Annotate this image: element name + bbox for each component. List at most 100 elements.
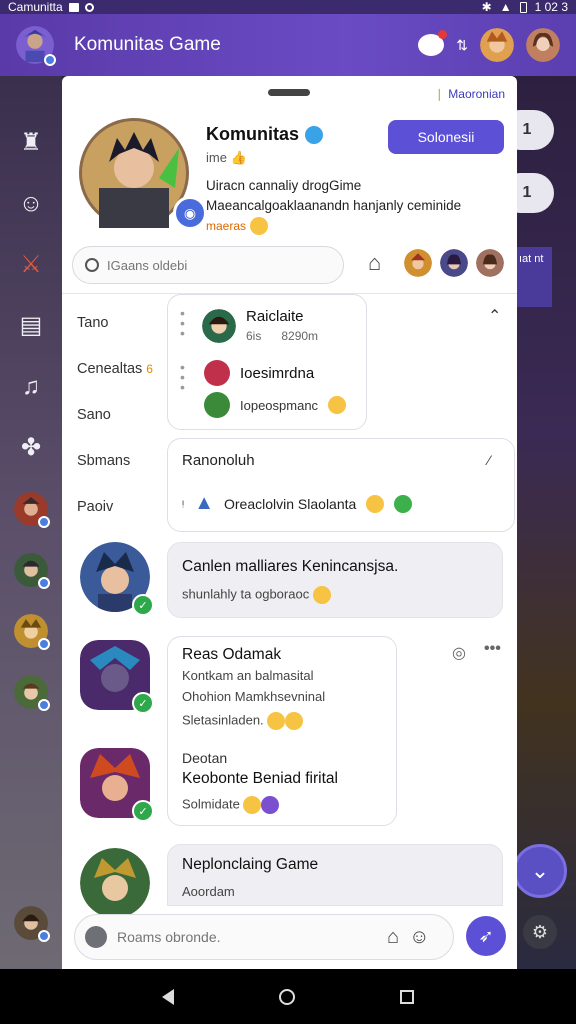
message-title-3: Deotan	[182, 750, 228, 766]
send-button[interactable]: ➶	[466, 916, 506, 956]
rail-avatar-3[interactable]	[0, 600, 62, 661]
message-line-3a: Keobonte Beniad firital	[182, 770, 338, 787]
notification-icon	[68, 2, 79, 12]
message-title-4: Neplonclaing Game	[182, 856, 319, 873]
user-avatar-1[interactable]	[480, 28, 514, 62]
online-badge	[44, 54, 56, 66]
sparkle-emoji-icon	[243, 796, 262, 814]
drag-handle[interactable]	[268, 89, 310, 96]
scroll-down-button[interactable]: ⌄	[513, 844, 567, 898]
message-input[interactable]	[117, 929, 377, 945]
link-icon: ᵎ	[182, 495, 185, 512]
music-icon[interactable]: ♫	[0, 356, 62, 417]
message-line-2c: Sletasinladen.	[182, 712, 304, 730]
message-sub-4: Aoordam	[182, 884, 235, 899]
member-item-3-avatar	[204, 392, 230, 418]
message-bubble-1[interactable]	[167, 542, 503, 618]
member-avatar-3[interactable]	[476, 249, 504, 277]
category-tabs: Tano Cenealtas 6 Sano Sbmans Paoiv	[77, 300, 177, 530]
message-avatar-2[interactable]: ✓	[80, 640, 154, 714]
user-avatar-2[interactable]	[526, 28, 560, 62]
member-item-3[interactable]: Iopeospmanc	[204, 392, 347, 418]
message-avatar-3[interactable]: ✓	[80, 748, 154, 822]
member-item-2-avatar	[204, 360, 230, 386]
tab-2[interactable]: Sano	[77, 392, 177, 438]
profile-picture[interactable]: ◉	[79, 118, 207, 230]
info-card-item: ᵎ ▲ Oreaclolvin Slaolanta	[182, 492, 413, 515]
online-badge	[38, 515, 50, 528]
rail-avatar-4[interactable]	[0, 661, 62, 722]
smile-emoji-icon	[366, 494, 385, 513]
sync-icon	[84, 2, 94, 12]
tab-4[interactable]: Paoiv	[77, 484, 177, 530]
edit-icon[interactable]: ⁄	[488, 452, 490, 468]
message-line-2a: Kontkam an balmasital	[182, 668, 314, 683]
smile-emoji-icon	[267, 712, 286, 730]
gear-icon: ⚙	[531, 921, 549, 942]
chevron-down-icon: ⌄	[530, 858, 550, 883]
message-avatar-4[interactable]	[80, 848, 150, 918]
drag-dots-icon: • • •	[180, 305, 185, 341]
tab-0[interactable]: Tano	[77, 300, 177, 346]
gamepad-icon[interactable]: ☺	[0, 173, 62, 234]
member-item-1[interactable]: Raiclaite 6is 8290m	[202, 308, 318, 343]
puzzle-icon[interactable]: ✤	[0, 417, 62, 478]
inbox-icon[interactable]: ▤	[0, 295, 62, 356]
message-avatar-1[interactable]: ✓	[80, 542, 154, 616]
profile-subtitle: ime 👍	[206, 150, 247, 165]
home-nav-icon[interactable]	[278, 988, 295, 1005]
search-input[interactable]	[107, 257, 307, 273]
join-button[interactable]: Solonesii	[388, 120, 504, 154]
member-item-2[interactable]: Ioesimrdna	[204, 360, 314, 386]
rail-avatar-2[interactable]	[0, 539, 62, 600]
tab-3[interactable]: Sbmans	[77, 438, 177, 484]
side-panel: ıat nt	[517, 247, 552, 307]
status-app-name: Camunitta	[8, 0, 63, 14]
purple-emoji-icon	[261, 796, 280, 814]
member-avatar-3-image	[476, 249, 504, 277]
signal-icon: ▲	[499, 0, 512, 14]
system-nav-bar	[0, 969, 576, 1024]
drag-dots-icon: • • •	[180, 359, 185, 395]
swap-icon[interactable]: ⇅	[456, 37, 468, 54]
status-time: 1 02 3	[534, 0, 568, 14]
message-title-1: Canlen malliares Kenincansjsa.	[182, 558, 399, 575]
search-bar[interactable]	[72, 246, 344, 284]
emoji-icon[interactable]: ☺	[409, 926, 429, 949]
more-icon[interactable]: •••	[484, 640, 501, 658]
battery-icon	[519, 1, 527, 13]
community-sheet: ❘ Maoronian ◉ Komunitas ime 👍 Uiracn cann…	[62, 76, 517, 969]
back-icon[interactable]	[162, 988, 175, 1005]
community-avatar[interactable]	[16, 26, 56, 66]
sword-icon[interactable]: ⚔	[0, 234, 62, 295]
verified-icon	[305, 125, 324, 144]
locale-label[interactable]: ❘ Maoronian	[434, 87, 505, 101]
search-icon	[85, 258, 99, 272]
home-icon[interactable]: ⌂	[368, 250, 381, 276]
online-badge	[38, 698, 50, 711]
tab-1[interactable]: Cenealtas 6	[77, 346, 177, 392]
recents-icon[interactable]	[399, 989, 414, 1004]
bluetooth-icon: ✱	[481, 0, 492, 14]
check-icon: ✓	[132, 594, 154, 616]
settings-button[interactable]: ⚙	[523, 915, 557, 949]
smile-emoji-icon	[328, 396, 347, 414]
member-avatar-2[interactable]	[440, 249, 468, 277]
message-sub-1: shunlahly ta ogboraoc	[182, 586, 331, 604]
rail-avatar-1[interactable]	[0, 478, 62, 539]
profile-description: Uiracn cannaliy drogGime Maeancalgoaklaa…	[206, 176, 496, 236]
reaction-icon[interactable]: ◎	[452, 643, 466, 663]
rail-avatar-5[interactable]	[0, 892, 62, 953]
profile-name: Komunitas	[206, 124, 324, 145]
smile-emoji-icon	[249, 217, 268, 236]
chevron-up-icon[interactable]: ⌃	[488, 306, 501, 326]
home-icon[interactable]: ⌂	[387, 926, 399, 949]
thumbs-up-icon: 👍	[230, 150, 247, 165]
member-avatar-1[interactable]	[404, 249, 432, 277]
send-icon: ➶	[478, 925, 494, 946]
castle-icon[interactable]: ♜	[0, 112, 62, 173]
message-composer[interactable]: ⌂ ☺	[74, 914, 454, 960]
chat-notification-icon[interactable]	[418, 30, 448, 56]
app-header: Komunitas Game ⇅	[0, 14, 576, 76]
member-avatar-1-image	[404, 249, 432, 277]
